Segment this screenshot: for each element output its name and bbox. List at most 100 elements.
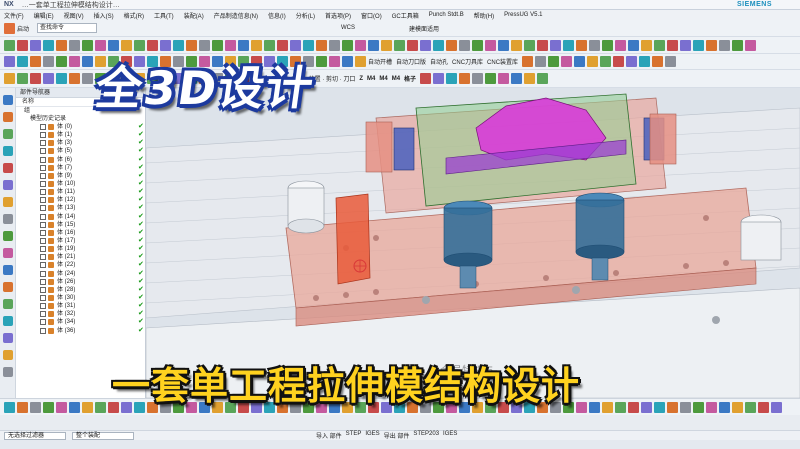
toolbar-tool-icon[interactable] bbox=[574, 56, 586, 67]
toolbar-tool-icon[interactable] bbox=[641, 401, 652, 413]
toolbar-tool-icon[interactable] bbox=[69, 39, 80, 51]
visibility-checkbox[interactable] bbox=[40, 140, 46, 147]
visibility-checkbox[interactable] bbox=[40, 124, 46, 130]
toolbar-tool-icon[interactable] bbox=[30, 401, 41, 413]
toolbar-tool-icon[interactable] bbox=[524, 73, 536, 84]
toolbar-tool-icon[interactable] bbox=[433, 39, 444, 51]
toolbar-tool-icon[interactable] bbox=[420, 39, 431, 51]
toolbar-tool-icon[interactable] bbox=[420, 73, 432, 84]
toolbar-tool-icon[interactable] bbox=[745, 401, 756, 413]
resource-tab-icon[interactable] bbox=[2, 197, 13, 207]
toolbar-tool-icon[interactable] bbox=[602, 39, 613, 51]
toolbar-tool-icon[interactable] bbox=[69, 401, 80, 413]
resource-tab-icon[interactable] bbox=[2, 163, 13, 173]
toolbar-tool-icon[interactable] bbox=[56, 39, 67, 51]
toolbar-tool-icon[interactable] bbox=[667, 401, 678, 413]
navigator-body-row[interactable]: 体 (30) ✔ bbox=[16, 294, 145, 302]
menu-item[interactable]: 帮助(H) bbox=[474, 11, 494, 20]
toolbar-tool-icon[interactable] bbox=[626, 56, 638, 67]
resource-tab-icon[interactable] bbox=[2, 129, 13, 139]
resource-tab-icon[interactable] bbox=[2, 214, 13, 224]
toolbar-tool-icon[interactable] bbox=[732, 401, 743, 413]
toolbar-tool-icon[interactable] bbox=[745, 39, 756, 51]
toolbar-tool-icon[interactable] bbox=[355, 39, 366, 51]
toolbar-tool-icon[interactable] bbox=[95, 39, 106, 51]
visibility-checkbox[interactable] bbox=[40, 262, 46, 269]
toolbar-tool-icon[interactable] bbox=[667, 39, 678, 51]
navigator-body-row[interactable]: 体 (34) ✔ bbox=[16, 318, 145, 326]
toolbar-tool-icon[interactable] bbox=[147, 39, 158, 51]
toolbar-tool-icon[interactable] bbox=[771, 401, 782, 413]
menu-item[interactable]: 分析(L) bbox=[296, 11, 315, 20]
toolbar-tool-icon[interactable] bbox=[342, 39, 353, 51]
menu-item[interactable]: 插入(S) bbox=[94, 11, 114, 20]
toolbar-tool-icon[interactable] bbox=[121, 39, 132, 51]
toolbar-tool-icon[interactable] bbox=[277, 39, 288, 51]
resource-tab-icon[interactable] bbox=[2, 350, 13, 360]
toolbar-tool-icon[interactable] bbox=[4, 401, 15, 413]
toolbar-tool-icon[interactable] bbox=[43, 401, 54, 413]
toolbar-tool-icon[interactable] bbox=[82, 401, 93, 413]
punch-mode-label[interactable]: 格子 bbox=[404, 74, 416, 83]
toolbar-tool-icon[interactable] bbox=[134, 39, 145, 51]
toolbar-tool-icon[interactable] bbox=[602, 401, 613, 413]
toolbar-tool-icon[interactable] bbox=[550, 39, 561, 51]
toolbar-tool-icon[interactable] bbox=[316, 39, 327, 51]
navigator-body-row[interactable]: 体 (6) ✔ bbox=[16, 156, 145, 164]
visibility-checkbox[interactable] bbox=[40, 237, 46, 244]
menu-item[interactable]: 视图(V) bbox=[64, 11, 84, 20]
toolbar-tool-icon[interactable] bbox=[433, 73, 445, 84]
punch-tool-icon[interactable] bbox=[56, 73, 67, 84]
toolbar-tool-icon[interactable] bbox=[563, 39, 574, 51]
resource-tab-icon[interactable] bbox=[2, 231, 13, 241]
visibility-checkbox[interactable] bbox=[40, 172, 46, 179]
toolbar-tool-icon[interactable] bbox=[329, 56, 340, 67]
resource-tab-icon[interactable] bbox=[2, 265, 13, 275]
die-tool-label[interactable]: CNC装置库 bbox=[487, 57, 518, 66]
resource-tab-icon[interactable] bbox=[2, 282, 13, 292]
toolbar-tool-icon[interactable] bbox=[95, 401, 106, 413]
toolbar-tool-icon[interactable] bbox=[561, 56, 573, 67]
io-label[interactable]: 导出 部件 bbox=[384, 431, 410, 440]
visibility-checkbox[interactable] bbox=[40, 278, 46, 285]
toolbar-tool-icon[interactable] bbox=[355, 56, 366, 67]
toolbar-tool-icon[interactable] bbox=[186, 39, 197, 51]
toolbar-tool-icon[interactable] bbox=[329, 39, 340, 51]
resource-tab-icon[interactable] bbox=[2, 112, 13, 122]
visibility-checkbox[interactable] bbox=[40, 286, 46, 293]
visibility-checkbox[interactable] bbox=[40, 246, 46, 253]
toolbar-tool-icon[interactable] bbox=[4, 56, 15, 67]
toolbar-tool-icon[interactable] bbox=[665, 56, 677, 67]
toolbar-tool-icon[interactable] bbox=[639, 56, 651, 67]
die-tool-label[interactable]: CNC刀具库 bbox=[452, 57, 483, 66]
die-tool-label[interactable]: 自动刀口版 bbox=[396, 57, 426, 66]
visibility-checkbox[interactable] bbox=[40, 156, 46, 163]
navigator-body-row[interactable]: 体 (12) ✔ bbox=[16, 196, 145, 204]
toolbar-tool-icon[interactable] bbox=[173, 39, 184, 51]
toolbar-tool-icon[interactable] bbox=[758, 401, 769, 413]
menu-item[interactable]: 信息(I) bbox=[268, 11, 286, 20]
toolbar-tool-icon[interactable] bbox=[498, 73, 510, 84]
navigator-body-row[interactable]: 体 (16) ✔ bbox=[16, 229, 145, 237]
toolbar-tool-icon[interactable] bbox=[212, 39, 223, 51]
toolbar-tool-icon[interactable] bbox=[381, 39, 392, 51]
menu-item[interactable]: Punch Stdt.B bbox=[429, 12, 464, 18]
toolbar-tool-icon[interactable] bbox=[342, 56, 353, 67]
toolbar-tool-icon[interactable] bbox=[628, 401, 639, 413]
io-label[interactable]: STEP203 bbox=[413, 431, 439, 440]
toolbar-tool-icon[interactable] bbox=[693, 401, 704, 413]
toolbar-tool-icon[interactable] bbox=[600, 56, 612, 67]
toolbar-tool-icon[interactable] bbox=[82, 39, 93, 51]
toolbar-tool-icon[interactable] bbox=[43, 56, 54, 67]
resource-tab-icon[interactable] bbox=[2, 316, 13, 326]
punch-tool-icon[interactable] bbox=[82, 73, 93, 84]
navigator-body-row[interactable]: 体 (13) ✔ bbox=[16, 204, 145, 212]
toolbar-tool-icon[interactable] bbox=[56, 56, 67, 67]
toolbar-tool-icon[interactable] bbox=[706, 39, 717, 51]
toolbar-tool-icon[interactable] bbox=[652, 56, 664, 67]
menu-item[interactable]: 编辑(E) bbox=[34, 11, 54, 20]
visibility-checkbox[interactable] bbox=[40, 205, 46, 212]
toolbar-tool-icon[interactable] bbox=[587, 56, 599, 67]
resource-tab-icon[interactable] bbox=[2, 333, 13, 343]
toolbar-tool-icon[interactable] bbox=[290, 39, 301, 51]
